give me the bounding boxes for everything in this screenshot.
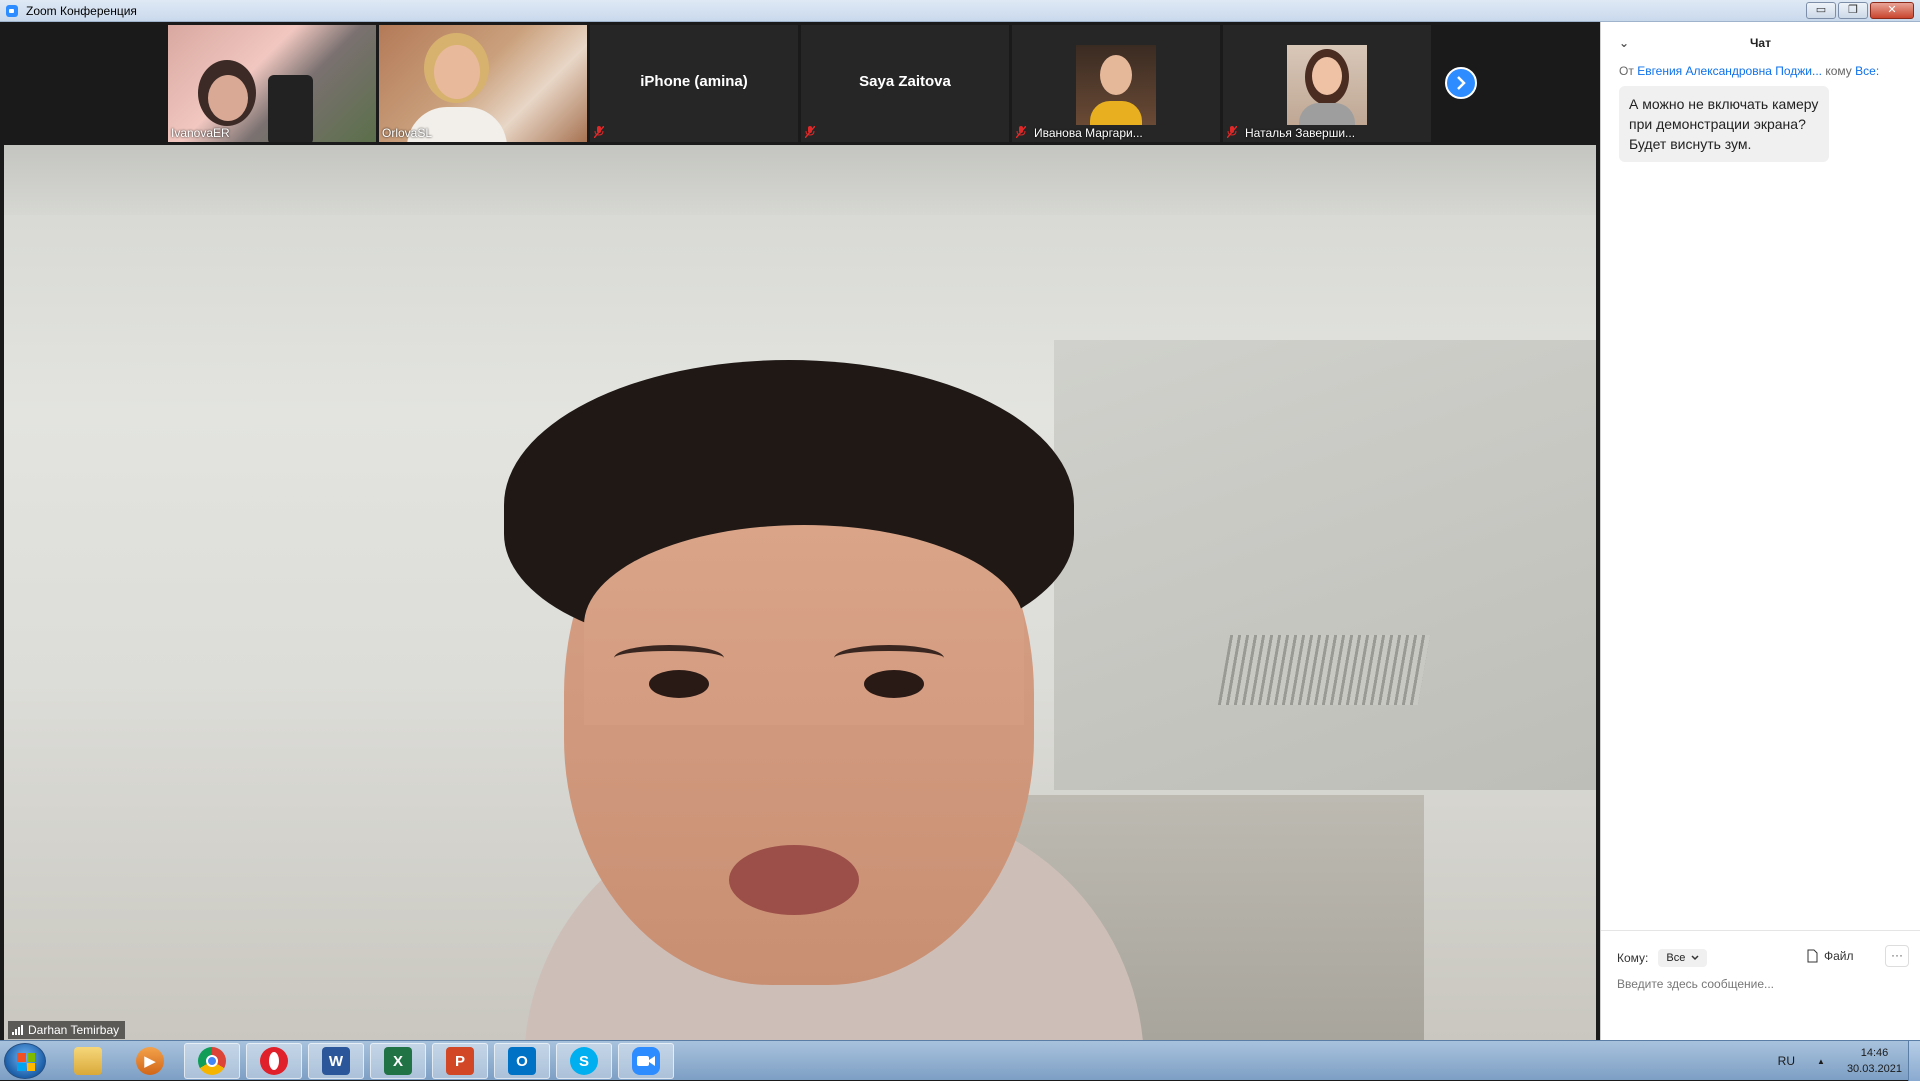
taskbar-media-player[interactable]: ▶ <box>122 1043 178 1079</box>
speaker-eye-left <box>649 670 709 698</box>
close-button[interactable]: ✕ <box>1870 2 1914 19</box>
participant-tile[interactable]: iPhone (amina) <box>590 25 798 142</box>
restore-button[interactable]: ❐ <box>1838 2 1868 19</box>
taskbar-file-explorer[interactable] <box>60 1043 116 1079</box>
chat-panel: ⌄ Чат От Евгения Александровна Поджи... … <box>1600 22 1920 1040</box>
show-desktop-button[interactable] <box>1908 1041 1920 1081</box>
participant-face <box>434 45 480 99</box>
participant-name: iPhone (amina) <box>640 73 748 90</box>
excel-icon: X <box>384 1047 412 1075</box>
chat-header: ⌄ Чат <box>1601 22 1920 64</box>
connection-signal-icon <box>12 1025 23 1035</box>
mic-muted-icon <box>1227 126 1237 138</box>
participant-name: Saya Zaitova <box>859 73 951 90</box>
windows-logo-icon <box>17 1053 35 1071</box>
folder-icon <box>74 1047 102 1075</box>
next-page-button[interactable] <box>1445 67 1477 99</box>
participant-avatar <box>1076 45 1156 125</box>
chair-shape <box>268 75 313 142</box>
chat-footer: Кому: Все Файл ··· <box>1601 930 1920 1040</box>
speaker-name-label: Darhan Temirbay <box>8 1021 126 1039</box>
taskbar-skype[interactable]: S <box>556 1043 612 1079</box>
participant-avatar <box>1287 45 1367 125</box>
message-sender[interactable]: Евгения Александровна Поджи... <box>1637 64 1822 78</box>
chrome-icon <box>198 1047 226 1075</box>
taskbar-powerpoint[interactable]: P <box>432 1043 488 1079</box>
participant-face <box>208 75 248 121</box>
taskbar-chrome[interactable] <box>184 1043 240 1079</box>
chevron-down-icon <box>1691 955 1699 961</box>
taskbar-opera[interactable] <box>246 1043 302 1079</box>
speaker-eye-right <box>864 670 924 698</box>
participant-name: OrlovaSL <box>382 126 433 140</box>
clock[interactable]: 14:46 30.03.2021 <box>1847 1045 1902 1077</box>
speaker-brow-right <box>834 645 944 671</box>
mic-muted-icon <box>1016 126 1026 138</box>
participant-tile[interactable]: Иванова Маргари... <box>1012 25 1220 142</box>
window-controls: ▭ ❐ ✕ <box>1806 2 1914 19</box>
participant-name: Наталья Заверши... <box>1245 126 1356 140</box>
window-titlebar: Zoom Конференция ▭ ❐ ✕ <box>0 0 1920 22</box>
chevron-right-icon <box>1457 76 1466 90</box>
participant-tile[interactable]: OrlovaSL <box>379 25 587 142</box>
opera-icon <box>260 1047 288 1075</box>
message-recipient[interactable]: Все: <box>1855 64 1879 78</box>
powerpoint-icon: P <box>446 1047 474 1075</box>
from-prefix: От <box>1619 64 1634 78</box>
system-tray: RU ▲ 14:46 30.03.2021 <box>1778 1041 1902 1081</box>
taskbar-zoom[interactable] <box>618 1043 674 1079</box>
ceiling <box>4 145 1596 215</box>
participant-name: IvanovaER <box>171 126 230 140</box>
taskbar-excel[interactable]: X <box>370 1043 426 1079</box>
tray-expand-icon[interactable]: ▲ <box>1817 1057 1825 1066</box>
participant-tile[interactable]: Saya Zaitova <box>801 25 1009 142</box>
chat-message-bubble: А можно не включать камеру при демонстра… <box>1619 86 1829 162</box>
word-icon: W <box>322 1047 350 1075</box>
file-button[interactable]: Файл <box>1807 949 1854 963</box>
recipient-select[interactable]: Все <box>1658 949 1708 967</box>
minimize-button[interactable]: ▭ <box>1806 2 1836 19</box>
participant-name: Иванова Маргари... <box>1034 126 1143 140</box>
chevron-down-icon[interactable]: ⌄ <box>1619 36 1629 50</box>
more-options-button[interactable]: ··· <box>1885 945 1909 967</box>
recipient-row: Кому: Все <box>1617 949 1708 967</box>
clock-time: 14:46 <box>1860 1047 1889 1059</box>
skype-icon: S <box>570 1047 598 1075</box>
speaker-forehead <box>584 525 1024 725</box>
message-input[interactable] <box>1617 977 1907 991</box>
window-title: Zoom Конференция <box>26 3 137 18</box>
ceiling-vent <box>1217 635 1431 705</box>
start-button[interactable] <box>4 1043 46 1079</box>
recipient-label: Кому: <box>1617 951 1649 965</box>
ceiling-panel <box>1054 340 1596 790</box>
mic-muted-icon <box>805 126 815 138</box>
chat-title: Чат <box>1750 36 1771 50</box>
windows-taskbar: ▶ W X P O S RU ▲ 14:46 30.03.2021 <box>0 1040 1920 1081</box>
participant-strip: IvanovaER OrlovaSL iPhone (amina) Saya Z… <box>0 22 1600 145</box>
taskbar-outlook[interactable]: O <box>494 1043 550 1079</box>
outlook-icon: O <box>508 1047 536 1075</box>
speaker-brow-left <box>614 645 724 671</box>
file-icon <box>1807 949 1818 963</box>
participant-tile[interactable]: IvanovaER <box>168 25 376 142</box>
recipient-value: Все <box>1666 952 1686 964</box>
mic-muted-icon <box>594 126 604 138</box>
speaker-name: Darhan Temirbay <box>28 1023 120 1037</box>
taskbar-word[interactable]: W <box>308 1043 364 1079</box>
zoom-icon <box>632 1047 660 1075</box>
speaker-mouth <box>729 845 859 915</box>
chat-message-header: От Евгения Александровна Поджи... кому В… <box>1601 64 1920 78</box>
participant-tile[interactable]: Наталья Заверши... <box>1223 25 1431 142</box>
to-prefix: кому <box>1825 64 1852 78</box>
main-speaker-video: Darhan Temirbay <box>4 145 1596 1040</box>
file-label: Файл <box>1824 949 1854 963</box>
media-player-icon: ▶ <box>136 1047 164 1075</box>
zoom-app-icon <box>6 4 18 17</box>
clock-date: 30.03.2021 <box>1846 1063 1902 1075</box>
language-indicator[interactable]: RU <box>1778 1054 1795 1068</box>
